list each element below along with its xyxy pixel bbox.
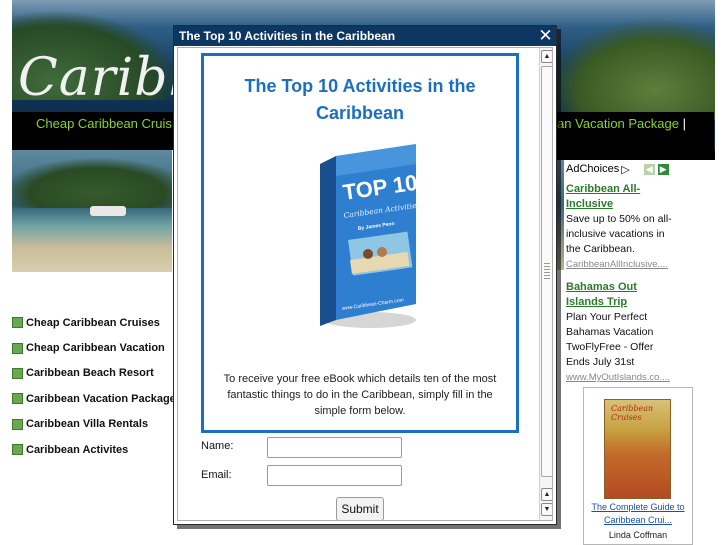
bullet-icon <box>12 444 23 456</box>
sidebar-item-beach-resort[interactable]: Caribbean Beach Resort <box>12 361 176 386</box>
book-ad-link[interactable]: The Complete Guide to Caribbean Crui... <box>584 501 692 527</box>
nav-separator: | <box>682 116 686 131</box>
scrollbar-thumb[interactable] <box>541 66 552 477</box>
email-label: Email: <box>201 469 232 481</box>
name-input[interactable] <box>267 437 402 458</box>
adchoices-bar: AdChoices ▷ ◀ ▶ <box>566 160 714 178</box>
ad-description: Save up to 50% on all-inclusive vacation… <box>566 213 672 255</box>
right-banner-strip <box>555 150 715 160</box>
ad-item: Bahamas Out Islands Trip Plan Your Perfe… <box>566 280 714 385</box>
ad-url-link[interactable]: CaribbeanAllInclusive.... <box>566 257 714 272</box>
ad-item: Caribbean All-Inclusive Save up to 50% o… <box>566 182 714 272</box>
sidebar-item-label: Caribbean Activites <box>26 443 129 456</box>
ebook-offer-box: The Top 10 Activities in the Caribbean T… <box>201 53 519 433</box>
book-ad-link-line2: Caribbean Crui... <box>603 515 673 525</box>
ad-description: Plan Your Perfect Bahamas Vacation TwoFl… <box>566 311 654 368</box>
sidebar-item-label: Caribbean Villa Rentals <box>26 418 149 431</box>
book-cover-title: Caribbean Cruises <box>611 404 654 422</box>
bullet-icon <box>12 393 23 405</box>
sidebar-item-label: Cheap Caribbean Vacation <box>26 342 165 355</box>
bullet-icon <box>12 342 23 354</box>
popup-title[interactable]: The Top 10 Activities in the Caribbean <box>174 26 556 46</box>
submit-button[interactable]: Submit <box>336 497 384 520</box>
ad-title-link[interactable]: Bahamas Out Islands Trip <box>566 280 648 310</box>
ad-url-link[interactable]: www.MyOutIslands.co.... <box>566 370 714 385</box>
ad-title-link[interactable]: Caribbean All-Inclusive <box>566 182 648 212</box>
scroll-down-icon[interactable]: ▼ <box>541 503 552 516</box>
banner-right-edge <box>715 0 727 150</box>
sidebar-item-vacation-package[interactable]: Caribbean Vacation Package <box>12 386 176 411</box>
nav-link-vacation-package[interactable]: an Vacation Package | <box>557 116 686 131</box>
close-icon[interactable]: ✕ <box>538 27 553 44</box>
beach-photo-island <box>12 158 172 208</box>
bullet-icon <box>12 317 23 329</box>
book-ad-author: Linda Coffman <box>608 530 668 540</box>
adchoices-icon[interactable]: ▷ <box>621 163 629 176</box>
beach-photo <box>12 150 172 272</box>
sidebar-item-label: Cheap Caribbean Cruises <box>26 316 160 329</box>
offer-heading: The Top 10 Activities in the Caribbean <box>244 76 476 123</box>
adchoices-label[interactable]: AdChoices <box>566 163 619 175</box>
sidebar-item-label: Caribbean Vacation Package <box>26 392 176 405</box>
banner-left-edge <box>0 0 12 150</box>
book-cover-image[interactable]: Caribbean Cruises <box>604 399 671 499</box>
book-ad: Caribbean Cruises The Complete Guide to … <box>583 387 693 545</box>
book-ad-link-line1: The Complete Guide to <box>591 502 685 512</box>
bullet-icon <box>12 418 23 430</box>
nav-link-cheap-cruises[interactable]: Cheap Caribbean Cruis <box>36 116 172 131</box>
email-input[interactable] <box>267 465 402 486</box>
signup-popup: The Top 10 Activities in the Caribbean ✕… <box>173 25 557 525</box>
nav-link-label: an Vacation Package <box>557 116 679 131</box>
scrollbar-grip <box>544 263 550 279</box>
sidebar-nav: Cheap Caribbean Cruises Cheap Caribbean … <box>12 310 176 462</box>
ad-column: AdChoices ▷ ◀ ▶ Caribbean All-Inclusive … <box>566 160 714 385</box>
name-label: Name: <box>201 440 234 452</box>
sidebar-item-label: Caribbean Beach Resort <box>26 367 154 380</box>
bullet-icon <box>12 367 23 379</box>
scroll-up-icon[interactable]: ▲ <box>541 50 552 63</box>
offer-description: To receive your free eBook which details… <box>223 373 497 417</box>
banner-hill-right <box>547 20 727 120</box>
popup-scrollbar[interactable]: ▲ ▲ ▼ <box>539 48 552 520</box>
sidebar-item-villa-rentals[interactable]: Caribbean Villa Rentals <box>12 412 176 437</box>
scroll-up-icon[interactable]: ▲ <box>541 488 552 501</box>
ebook-cover-image: TOP 10 Caribbean Activities By James Pen… <box>320 144 420 328</box>
sidebar-item-cheap-vacation[interactable]: Cheap Caribbean Vacation <box>12 335 176 360</box>
ad-next-icon[interactable]: ▶ <box>657 163 669 175</box>
sidebar-item-cheap-cruises[interactable]: Cheap Caribbean Cruises <box>12 310 176 335</box>
ad-prev-icon[interactable]: ◀ <box>643 163 655 175</box>
popup-content-frame: The Top 10 Activities in the Caribbean T… <box>177 47 553 521</box>
sidebar-item-activites[interactable]: Caribbean Activites <box>12 437 176 462</box>
beach-photo-boat <box>90 206 126 216</box>
